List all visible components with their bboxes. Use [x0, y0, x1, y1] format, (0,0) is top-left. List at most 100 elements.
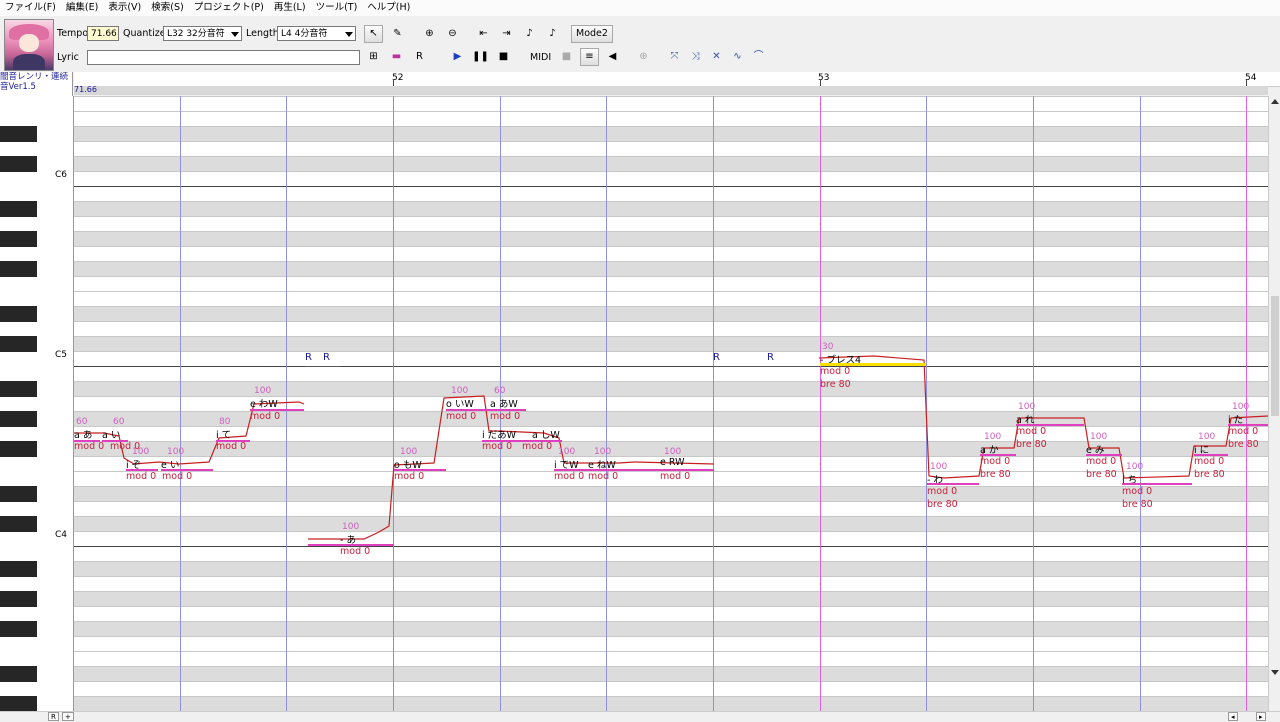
zoom-out-button[interactable]: ⊖ [443, 25, 462, 43]
note-lyric[interactable]: o いW [446, 396, 474, 410]
metronome-button[interactable]: ≡ [580, 48, 599, 66]
curve-tool-1-button[interactable]: ⤧ [665, 48, 684, 66]
grid-line [74, 426, 1268, 427]
note-lyric[interactable]: a い [102, 427, 120, 441]
note-modulation: mod 0 [394, 471, 425, 482]
black-key[interactable] [0, 261, 37, 277]
note-velocity: 100 [1232, 402, 1250, 412]
grid-line [74, 696, 1268, 697]
menu-file[interactable]: ファイル(F) [0, 0, 61, 16]
black-key[interactable] [0, 486, 37, 502]
piano-keyboard[interactable]: C6 C5 C4 [0, 96, 74, 712]
note-modulation: mod 0 [216, 441, 247, 452]
record-button[interactable]: ■ [557, 48, 576, 66]
insert-bar-button[interactable]: ⊞ [364, 48, 383, 66]
note-velocity: 100 [400, 447, 418, 457]
black-key[interactable] [0, 621, 37, 637]
track-name[interactable]: 闇音レンリ・連続 音Ver1.5 [0, 72, 73, 96]
pencil-tool-button[interactable]: ✎ [388, 25, 407, 43]
record-icon: ■ [561, 51, 572, 62]
grid-line [74, 516, 1268, 517]
rest-mark[interactable]: R [713, 352, 720, 363]
phoneme-button[interactable]: ⊕ [634, 48, 653, 66]
black-key[interactable] [0, 516, 37, 532]
note-bar-button[interactable]: ▬ [387, 48, 406, 66]
lyric-input[interactable] [87, 50, 360, 65]
note-lyric[interactable]: a しW [532, 427, 560, 441]
black-key[interactable] [0, 201, 37, 217]
note-next-button[interactable]: ♪ [543, 25, 562, 43]
black-key[interactable] [0, 126, 37, 142]
note-modulation: mod 0 [1122, 486, 1153, 497]
beat-line [286, 96, 287, 711]
length-select[interactable]: L4 4分音符 [277, 26, 356, 41]
note-lyric[interactable]: i て [216, 427, 231, 441]
black-key[interactable] [0, 306, 37, 322]
note-lyric[interactable]: i だあW [482, 427, 516, 441]
black-key[interactable] [0, 381, 37, 397]
singer-avatar[interactable] [4, 19, 54, 71]
measure-ruler[interactable] [74, 72, 1280, 87]
menu-view[interactable]: 表示(V) [103, 0, 146, 16]
piano-roll[interactable]: R R R R 60 a あ mod 0 60 a い mod 0 100 i … [74, 96, 1268, 711]
beat-line [1140, 96, 1141, 711]
beat-line [926, 96, 927, 711]
note-lyric[interactable]: e RW [660, 457, 684, 468]
beat-line [606, 96, 607, 711]
tempo-field[interactable]: 71.66 [87, 26, 119, 41]
rest-tool-button[interactable]: R [410, 48, 429, 66]
note-lyric[interactable]: a あW [490, 396, 518, 410]
vertical-scrollbar[interactable] [1268, 96, 1280, 711]
speaker-button[interactable]: ◀ [603, 48, 622, 66]
black-key[interactable] [0, 666, 37, 682]
note-modulation: mod 0 [340, 546, 371, 557]
note-lyric[interactable]: e わW [250, 396, 278, 410]
black-key[interactable] [0, 156, 37, 172]
octave-label-c5: C5 [55, 350, 68, 360]
black-key[interactable] [0, 441, 37, 457]
go-start-button[interactable]: ⇤ [474, 25, 493, 43]
curve-tool-3-button[interactable]: ✕ [707, 48, 726, 66]
pause-button[interactable]: ❚❚ [471, 48, 490, 66]
menu-search[interactable]: 検索(S) [146, 0, 188, 16]
rest-mark[interactable]: R [305, 352, 312, 363]
black-key[interactable] [0, 561, 37, 577]
note-lyric[interactable]: a あ [74, 427, 92, 441]
menu-tools[interactable]: ツール(T) [311, 0, 363, 16]
scroll-up-icon[interactable] [1271, 99, 1279, 104]
grid-line [74, 201, 1268, 202]
note-modulation: mod 0 [1016, 426, 1047, 437]
go-end-button[interactable]: ⇥ [497, 25, 516, 43]
rest-mark[interactable]: R [323, 352, 330, 363]
black-key[interactable] [0, 591, 37, 607]
black-key[interactable] [0, 336, 37, 352]
curve-tool-2-button[interactable]: ⤨ [686, 48, 705, 66]
rest-mark[interactable]: R [767, 352, 774, 363]
black-key[interactable] [0, 411, 37, 427]
menu-project[interactable]: プロジェクト(P) [189, 0, 269, 16]
mode2-button[interactable]: Mode2 [571, 25, 613, 43]
zoom-in-button[interactable]: ⊕ [420, 25, 439, 43]
menu-help[interactable]: ヘルプ(H) [362, 0, 415, 16]
curve-tool-4-button[interactable]: ∿ [728, 48, 747, 66]
note-modulation: mod 0 [522, 441, 553, 452]
scroll-down-icon[interactable] [1271, 670, 1279, 675]
black-key[interactable] [0, 231, 37, 247]
scroll-thumb[interactable] [1271, 296, 1279, 416]
grid-row [74, 546, 1268, 561]
play-button[interactable]: ▶ [448, 48, 467, 66]
menu-playback[interactable]: 再生(L) [269, 0, 311, 16]
curve-tool-5-button[interactable]: ⌒ [749, 48, 768, 66]
note-breath: bre 80 [1086, 469, 1117, 480]
note-velocity: 100 [342, 522, 360, 532]
menu-edit[interactable]: 編集(E) [61, 0, 103, 16]
stop-button[interactable]: ■ [494, 48, 513, 66]
arrow-tool-button[interactable]: ↖ [364, 25, 383, 43]
grid-row [74, 261, 1268, 276]
grid-row [74, 246, 1268, 261]
note-prev-button[interactable]: ♪ [520, 25, 539, 43]
black-key[interactable] [0, 696, 37, 712]
midi-label: MIDI [530, 52, 552, 63]
quantize-select[interactable]: L32 32分音符 [163, 26, 242, 41]
grid-row [74, 336, 1268, 351]
